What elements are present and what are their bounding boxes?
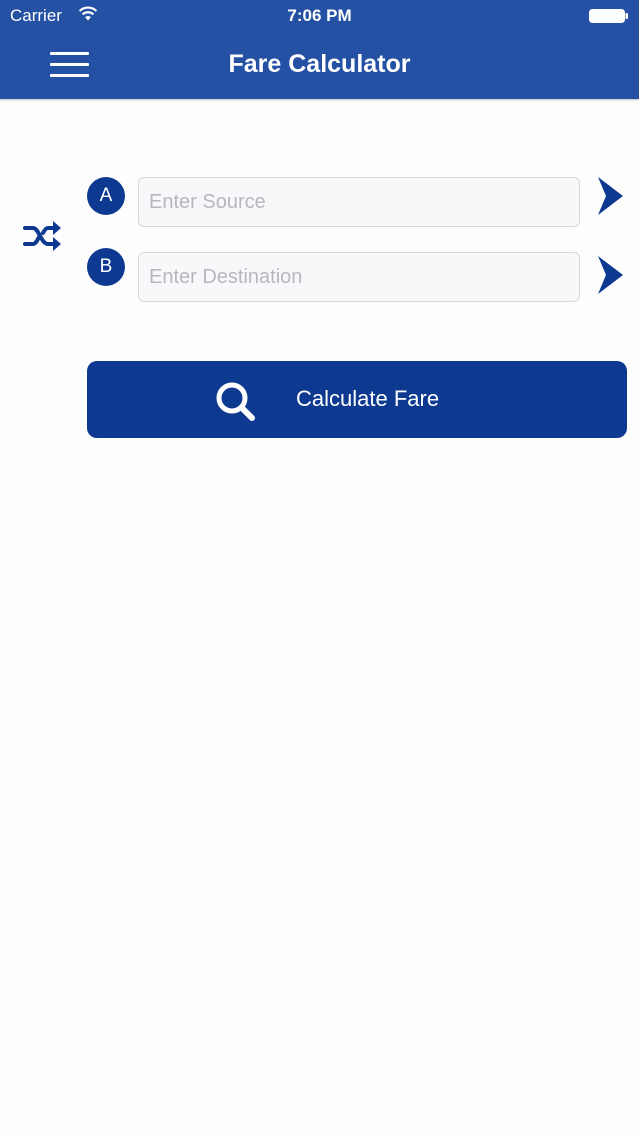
chevron-right-icon[interactable] — [596, 255, 624, 295]
battery-icon — [589, 9, 628, 23]
destination-badge: B — [87, 248, 125, 286]
status-time: 7:06 PM — [287, 6, 352, 25]
page-title: Fare Calculator — [228, 50, 411, 78]
source-badge: A — [87, 177, 125, 215]
nav-header: Carrier 7:06 PM Fare Calculator — [0, 0, 639, 99]
calculate-fare-label: Calculate Fare — [296, 386, 440, 411]
source-input[interactable] — [138, 177, 580, 227]
chevron-right-icon[interactable] — [596, 176, 624, 216]
shuffle-icon[interactable] — [22, 216, 64, 256]
destination-input[interactable] — [138, 252, 580, 302]
search-icon — [216, 382, 255, 421]
status-bar: Carrier 7:06 PM — [0, 0, 639, 32]
